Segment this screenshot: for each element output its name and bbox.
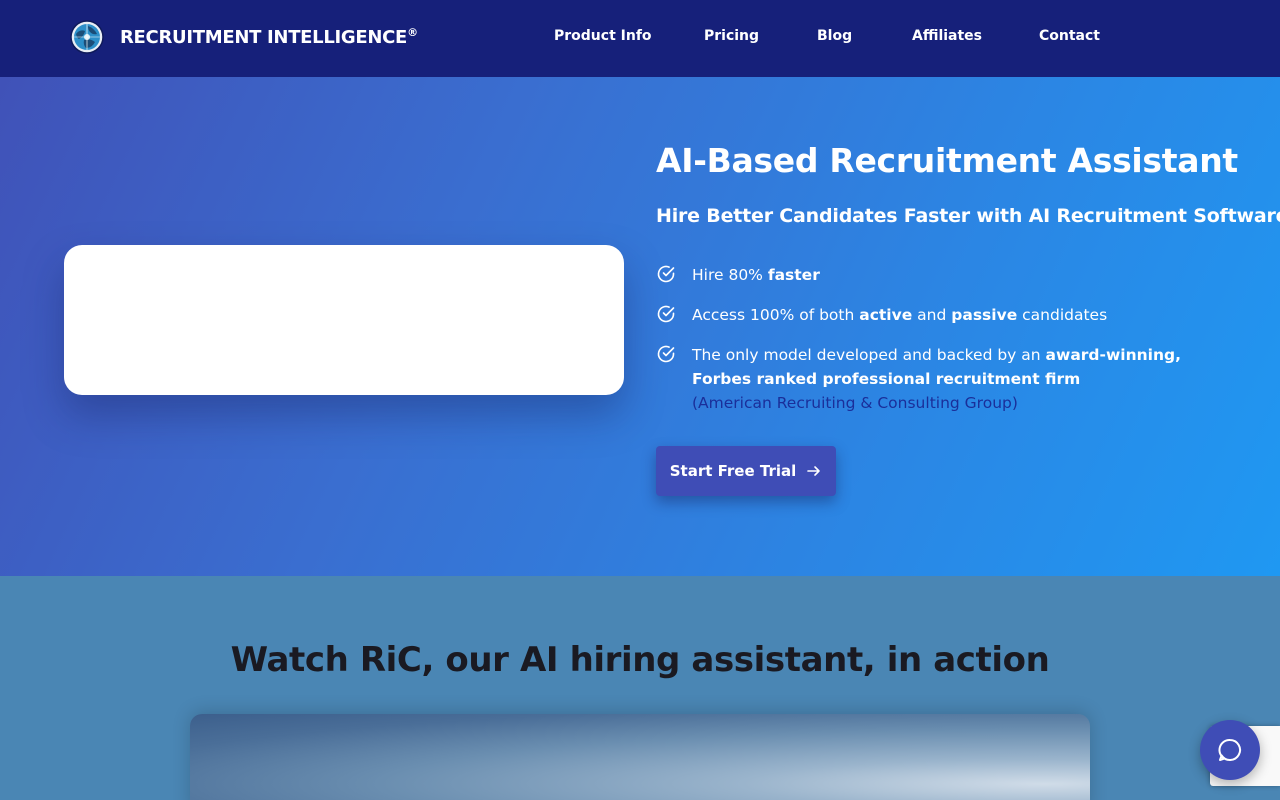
- check-circle-icon: [657, 345, 675, 363]
- nav-blog[interactable]: Blog: [817, 28, 852, 44]
- section-title: Watch RiC, our AI hiring assistant, in a…: [230, 640, 1050, 680]
- brand-name: RECRUITMENT INTELLIGENCE®: [120, 26, 418, 48]
- nav-product-info[interactable]: Product Info: [554, 28, 652, 44]
- nav-affiliates[interactable]: Affiliates: [912, 28, 982, 44]
- start-free-trial-button[interactable]: Start Free Trial: [656, 446, 836, 496]
- feature-item: Access 100% of both active and passive c…: [656, 303, 1107, 327]
- registered-mark: ®: [407, 26, 418, 39]
- feature-item: The only model developed and backed by a…: [656, 343, 1181, 415]
- check-circle-icon: [657, 305, 675, 323]
- top-navbar: RECRUITMENT INTELLIGENCE® Product Info P…: [0, 0, 1280, 77]
- feature-item: Hire 80% faster: [656, 263, 820, 287]
- demo-section: Watch RiC, our AI hiring assistant, in a…: [0, 576, 1280, 800]
- feature-text: The only model developed and backed by a…: [692, 346, 1181, 412]
- globe-logo-icon: [70, 20, 104, 54]
- demo-video-preview[interactable]: [190, 714, 1090, 800]
- chat-bubble-icon: [1218, 738, 1242, 761]
- hero-subtitle: Hire Better Candidates Faster with AI Re…: [656, 205, 1280, 227]
- arrow-right-icon: [807, 466, 821, 476]
- nav-contact[interactable]: Contact: [1039, 28, 1100, 44]
- chat-widget-button[interactable]: [1200, 720, 1260, 780]
- hero-title: AI-Based Recruitment Assistant: [656, 141, 1238, 180]
- nav-pricing[interactable]: Pricing: [704, 28, 759, 44]
- hero-video-card[interactable]: [64, 245, 624, 395]
- feature-text: Hire 80% faster: [692, 266, 820, 284]
- cta-label: Start Free Trial: [669, 462, 797, 480]
- brand-logo-link[interactable]: RECRUITMENT INTELLIGENCE®: [70, 20, 418, 54]
- feature-text: Access 100% of both active and passive c…: [692, 306, 1108, 324]
- check-circle-icon: [657, 265, 675, 283]
- hero-section: AI-Based Recruitment Assistant Hire Bett…: [0, 77, 1280, 576]
- acg-link[interactable]: (American Recruiting & Consulting Group): [692, 394, 1018, 412]
